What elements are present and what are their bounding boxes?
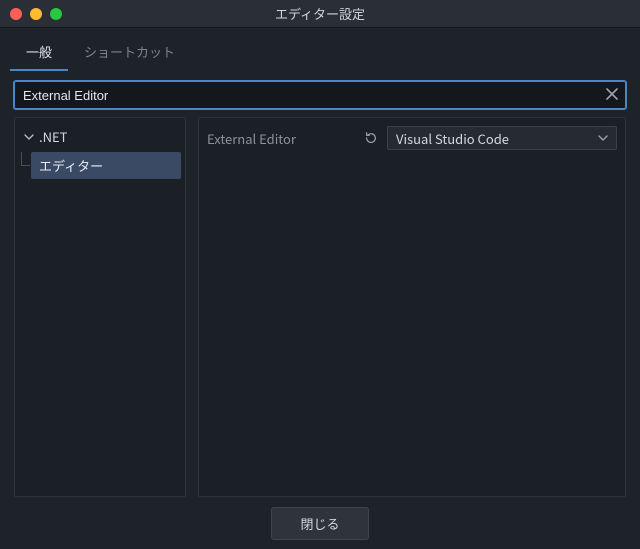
tree-item-label: エディター xyxy=(39,156,103,175)
external-editor-dropdown[interactable]: Visual Studio Code xyxy=(387,126,617,150)
property-row: External Editor Visual Studio Code xyxy=(207,124,617,152)
tree-category-dotnet[interactable]: .NET xyxy=(19,124,181,149)
minimize-window-button[interactable] xyxy=(30,8,42,20)
category-tree: .NET エディター xyxy=(14,117,186,497)
content-area: .NET エディター External Editor Visual Studio… xyxy=(0,117,640,497)
property-label: External Editor xyxy=(207,129,296,148)
chevron-down-icon xyxy=(23,127,35,146)
close-button[interactable]: 閉じる xyxy=(271,507,368,540)
window-title: エディター設定 xyxy=(0,4,640,23)
clear-search-icon[interactable] xyxy=(606,88,618,102)
footer: 閉じる xyxy=(0,497,640,549)
tab-shortcuts[interactable]: ショートカット xyxy=(68,34,191,71)
property-label-wrap: External Editor xyxy=(207,129,387,148)
chevron-down-icon xyxy=(598,130,608,147)
properties-panel: External Editor Visual Studio Code xyxy=(198,117,626,497)
tab-general[interactable]: 一般 xyxy=(10,34,68,71)
tree-item-editor[interactable]: エディター xyxy=(31,152,181,179)
tab-bar: 一般 ショートカット xyxy=(0,28,640,71)
zoom-window-button[interactable] xyxy=(50,8,62,20)
reset-icon[interactable] xyxy=(363,131,379,145)
tree-category-label: .NET xyxy=(39,127,67,146)
window-controls xyxy=(0,8,62,20)
search-input[interactable] xyxy=(14,81,626,109)
titlebar: エディター設定 xyxy=(0,0,640,28)
dropdown-value: Visual Studio Code xyxy=(396,129,509,148)
close-window-button[interactable] xyxy=(10,8,22,20)
search-wrapper xyxy=(14,81,626,109)
